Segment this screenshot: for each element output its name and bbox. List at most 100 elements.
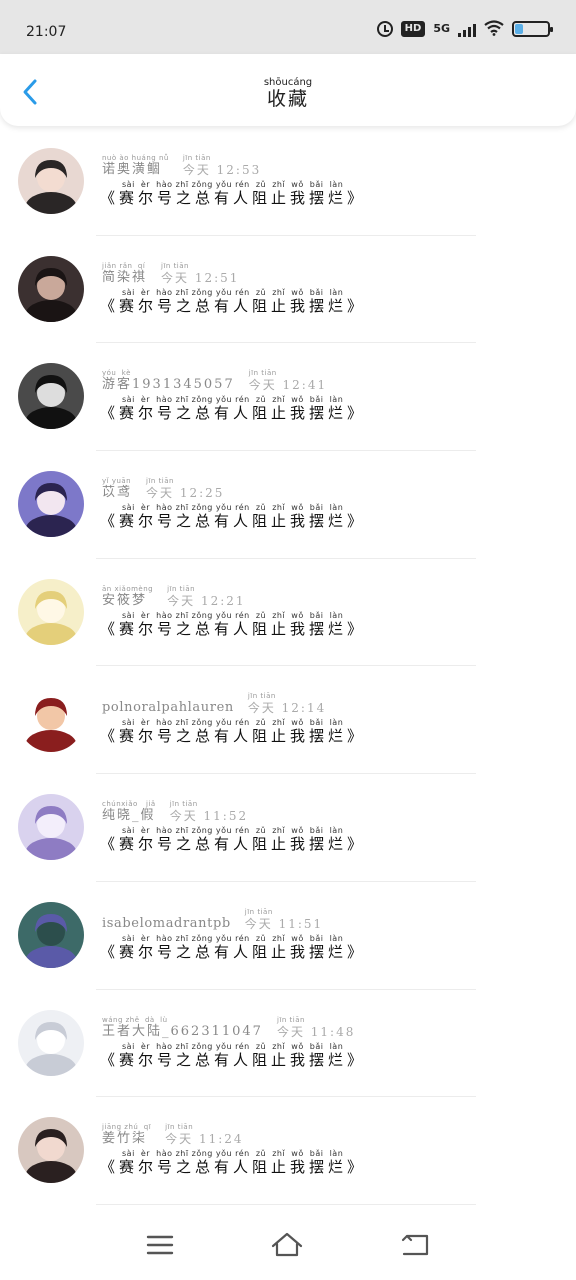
message-pinyin: sài èr hào zhī zǒng yǒu rén zǔ zhǐ wǒ bǎ…	[122, 826, 344, 836]
timestamp-pinyin: jīn tiān	[161, 261, 189, 270]
hd-badge: HD	[400, 21, 426, 37]
avatar[interactable]	[18, 901, 84, 968]
message-text: 《赛尔号之总有人阻止我摆烂》	[100, 512, 367, 531]
timestamp-block: jīn tiān 今天 11:24	[165, 1123, 243, 1147]
timestamp: 今天 12:21	[167, 593, 246, 608]
timestamp-block: jīn tiān 今天 11:51	[245, 908, 323, 932]
message-pinyin: sài èr hào zhī zǒng yǒu rén zǔ zhǐ wǒ bǎ…	[122, 1041, 344, 1051]
list-item[interactable]: yóu kè 游客1931345057 jīn tiān 今天 12:41 sà…	[0, 343, 576, 452]
timestamp-pinyin: jīn tiān	[244, 907, 273, 916]
avatar[interactable]	[18, 363, 84, 430]
message-block: sài èr hào zhī zǒng yǒu rén zǔ zhǐ wǒ bǎ…	[100, 180, 366, 207]
item-meta: yóu kè 游客1931345057 jīn tiān 今天 12:41	[102, 369, 327, 393]
item-meta: nuò ào huáng nǚ 诺奥潢鲴 jīn tiān 今天 12:53	[102, 154, 261, 178]
list-item[interactable]: yǐ yuān 苡鸢 jīn tiān 今天 12:25 sài èr hào …	[0, 451, 576, 559]
timestamp-pinyin: jīn tiān	[169, 800, 198, 809]
signal-icon	[458, 21, 476, 37]
timestamp-block: jīn tiān 今天 12:53	[183, 154, 261, 178]
timestamp-block: jīn tiān 今天 12:14	[248, 692, 326, 716]
username-pinyin: wáng zhě dà lù	[102, 1015, 168, 1024]
item-meta: ān xiǎomèng 安筱梦 jīn tiān 今天 12:21	[102, 585, 246, 609]
avatar[interactable]	[18, 148, 84, 214]
list-item[interactable]: ān xiǎomèng 安筱梦 jīn tiān 今天 12:21 sài èr…	[0, 559, 576, 667]
message-text: 《赛尔号之总有人阻止我摆烂》	[100, 404, 367, 423]
list-item[interactable]: nuò ào huáng nǚ 诺奥潢鲴 jīn tiān 今天 12:53 s…	[0, 128, 576, 236]
message-block: sài èr hào zhī zǒng yǒu rén zǔ zhǐ wǒ bǎ…	[100, 1149, 366, 1176]
list-item[interactable]: isabelomadrantpb jīn tiān 今天 11:51 sài è…	[0, 882, 576, 990]
timestamp-block: jīn tiān 今天 12:41	[249, 369, 327, 393]
message-block: sài èr hào zhī zǒng yǒu rén zǔ zhǐ wǒ bǎ…	[100, 611, 366, 638]
back-nav-button[interactable]	[398, 1230, 432, 1260]
message-pinyin: sài èr hào zhī zǒng yǒu rén zǔ zhǐ wǒ bǎ…	[122, 180, 344, 189]
list-item[interactable]: jiāng zhú qī 姜竹柒 jīn tiān 今天 11:24 sài è…	[0, 1097, 576, 1205]
favorites-list: nuò ào huáng nǚ 诺奥潢鲴 jīn tiān 今天 12:53 s…	[0, 128, 576, 1205]
username-pinyin: nuò ào huáng nǚ	[102, 154, 169, 162]
menu-button[interactable]	[143, 1230, 177, 1260]
item-meta: chúnxiǎo jiǎ 纯晓_假 jīn tiān 今天 11:52	[102, 800, 248, 824]
timestamp: 今天 11:51	[244, 916, 324, 931]
username: 王者大陆_662311047	[102, 1023, 263, 1039]
page-title-wrap: shōucáng 收藏	[0, 78, 576, 111]
list-item[interactable]: jiǎn rǎn qí 简染祺 jīn tiān 今天 12:51 sài èr…	[0, 236, 576, 344]
wifi-icon	[484, 20, 504, 38]
alarm-icon	[376, 21, 393, 37]
timestamp: 今天 12:51	[161, 270, 240, 285]
item-meta: yǐ yuān 苡鸢 jīn tiān 今天 12:25	[102, 477, 224, 501]
item-meta: jiāng zhú qī 姜竹柒 jīn tiān 今天 11:24	[102, 1123, 244, 1147]
username-pinyin: yǐ yuān	[102, 477, 132, 486]
username-block: jiāng zhú qī 姜竹柒	[102, 1123, 151, 1147]
avatar-image	[18, 148, 84, 214]
page-title: 收藏	[266, 88, 309, 110]
username: 纯晓_假	[102, 808, 156, 824]
avatar-image	[18, 1009, 84, 1076]
list-item[interactable]: wáng zhě dà lù 王者大陆_662311047 jīn tiān 今…	[0, 990, 576, 1098]
username: polnoralpahlauren	[102, 700, 234, 716]
timestamp: 今天 12:53	[182, 163, 262, 177]
avatar[interactable]	[18, 1117, 84, 1184]
menu-icon	[146, 1235, 174, 1255]
username: isabelomadrantpb	[102, 915, 231, 931]
message-text: 《赛尔号之总有人阻止我摆烂》	[100, 1050, 367, 1069]
message-text: 《赛尔号之总有人阻止我摆烂》	[100, 189, 367, 207]
timestamp-pinyin: jīn tiān	[248, 369, 277, 378]
navigation-bar	[0, 1212, 576, 1280]
avatar[interactable]	[18, 255, 84, 322]
avatar-image	[18, 471, 84, 538]
avatar[interactable]	[18, 686, 84, 753]
username-block: isabelomadrantpb	[102, 916, 231, 932]
avatar-image	[18, 1117, 84, 1184]
avatar[interactable]	[18, 1009, 84, 1076]
network-label: 5G	[433, 22, 450, 35]
avatar-image	[18, 578, 84, 645]
username-pinyin: jiǎn rǎn qí	[102, 261, 146, 270]
message-text: 《赛尔号之总有人阻止我摆烂》	[100, 619, 367, 638]
home-button[interactable]	[270, 1230, 304, 1260]
list-item[interactable]: chúnxiǎo jiǎ 纯晓_假 jīn tiān 今天 11:52 sài …	[0, 774, 576, 882]
header: shōucáng 收藏	[0, 54, 576, 126]
username-pinyin: chúnxiǎo jiǎ	[102, 800, 156, 809]
avatar[interactable]	[18, 794, 84, 861]
avatar[interactable]	[18, 471, 84, 538]
message-block: sài èr hào zhī zǒng yǒu rén zǔ zhǐ wǒ bǎ…	[100, 718, 366, 745]
list-item[interactable]: polnoralpahlauren jīn tiān 今天 12:14 sài …	[0, 666, 576, 775]
timestamp-pinyin: jīn tiān	[165, 1123, 194, 1132]
timestamp-block: jīn tiān 今天 12:21	[167, 585, 245, 609]
message-text: 《赛尔号之总有人阻止我摆烂》	[100, 1158, 367, 1177]
username-block: jiǎn rǎn qí 简染祺	[102, 262, 147, 286]
avatar-image	[18, 686, 84, 753]
username-block: nuò ào huáng nǚ 诺奥潢鲴	[102, 154, 169, 178]
status-time: 21:07	[26, 24, 67, 40]
avatar-image	[18, 794, 84, 861]
username-pinyin: ān xiǎomèng	[102, 584, 154, 593]
message-block: sài èr hào zhī zǒng yǒu rén zǔ zhǐ wǒ bǎ…	[100, 395, 366, 422]
timestamp: 今天 11:52	[169, 809, 249, 824]
message-pinyin: sài èr hào zhī zǒng yǒu rén zǔ zhǐ wǒ bǎ…	[122, 718, 344, 728]
message-pinyin: sài èr hào zhī zǒng yǒu rén zǔ zhǐ wǒ bǎ…	[122, 503, 344, 513]
timestamp-block: jīn tiān 今天 12:25	[146, 477, 224, 501]
avatar-image	[18, 255, 84, 322]
message-block: sài èr hào zhī zǒng yǒu rén zǔ zhǐ wǒ bǎ…	[100, 1042, 366, 1069]
battery-icon	[512, 21, 553, 37]
home-icon	[271, 1232, 303, 1257]
message-pinyin: sài èr hào zhī zǒng yǒu rén zǔ zhǐ wǒ bǎ…	[122, 287, 344, 297]
avatar[interactable]	[18, 578, 84, 645]
